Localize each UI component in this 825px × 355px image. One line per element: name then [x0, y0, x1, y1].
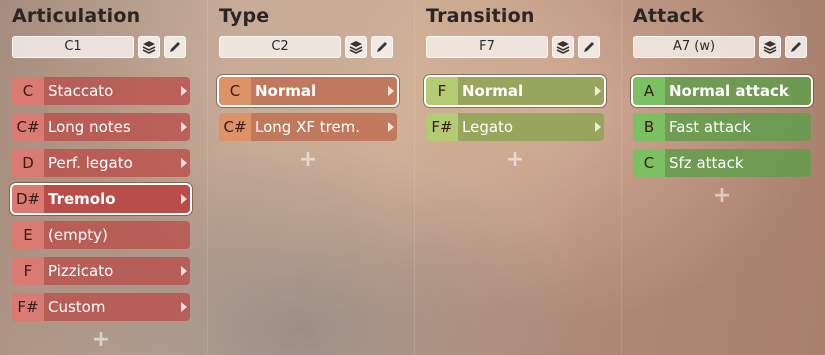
- column-header-controls: C2: [219, 36, 401, 58]
- chevron-right-icon[interactable]: [595, 122, 601, 132]
- chevron-right-icon[interactable]: [595, 86, 601, 96]
- keyswitch-note: D: [12, 149, 44, 177]
- list-item[interactable]: D Perf. legato: [12, 149, 190, 177]
- item-label: Sfz attack: [669, 154, 744, 172]
- list-item[interactable]: E (empty): [12, 221, 190, 249]
- add-item-button[interactable]: +: [633, 185, 811, 207]
- add-item-button[interactable]: +: [219, 149, 397, 171]
- list-item[interactable]: F# Custom: [12, 293, 190, 321]
- layers-icon: [763, 41, 777, 54]
- pencil-icon: [584, 42, 594, 52]
- list-item[interactable]: C Staccato: [12, 77, 190, 105]
- attack-list: A Normal attack B Fast attack C Sfz attack …: [631, 75, 813, 207]
- column-header-controls: F7: [426, 36, 608, 58]
- keyswitch-note: D#: [12, 185, 44, 213]
- keyswitch-field[interactable]: F7: [426, 36, 548, 58]
- chevron-right-icon[interactable]: [388, 122, 394, 132]
- chevron-right-icon[interactable]: [181, 302, 187, 312]
- item-label: Legato: [462, 118, 514, 136]
- column-title: Articulation: [12, 5, 141, 27]
- list-item[interactable]: C# Long notes: [12, 113, 190, 141]
- item-label: Tremolo: [48, 190, 116, 208]
- keyswitch-note: C: [633, 149, 665, 177]
- item-label: Normal: [462, 82, 524, 100]
- list-item[interactable]: C Sfz attack: [633, 149, 811, 177]
- item-label: Normal attack: [669, 82, 789, 100]
- list-item-selected[interactable]: A Normal attack: [631, 75, 813, 107]
- keyswitch-note: F#: [12, 293, 44, 321]
- type-list: C Normal C# Long XF trem. +: [217, 75, 399, 171]
- chevron-right-icon[interactable]: [181, 158, 187, 168]
- list-item[interactable]: B Fast attack: [633, 113, 811, 141]
- layers-icon: [142, 41, 156, 54]
- item-label: Custom: [48, 298, 106, 316]
- keyswitch-field[interactable]: C2: [219, 36, 341, 58]
- keyswitch-field[interactable]: C1: [12, 36, 134, 58]
- keyswitch-note: C: [12, 77, 44, 105]
- column-title: Attack: [633, 5, 704, 27]
- keyswitch-field[interactable]: A7 (w): [633, 36, 755, 58]
- column-header-controls: A7 (w): [633, 36, 815, 58]
- column-attack: Attack A7 (w) A Normal attack B Fast attac…: [621, 0, 825, 355]
- column-title: Type: [219, 5, 270, 27]
- chevron-right-icon[interactable]: [388, 86, 394, 96]
- add-item-button[interactable]: +: [426, 149, 604, 171]
- edit-button[interactable]: [164, 36, 186, 58]
- keyswitch-note: F: [426, 77, 458, 105]
- edit-button[interactable]: [371, 36, 393, 58]
- keyswitch-note: A: [633, 77, 665, 105]
- column-header-controls: C1: [12, 36, 194, 58]
- list-item-selected[interactable]: D# Tremolo: [10, 183, 192, 215]
- item-label: Normal: [255, 82, 317, 100]
- layers-button[interactable]: [759, 36, 781, 58]
- list-item[interactable]: F# Legato: [426, 113, 604, 141]
- column-articulation: Articulation C1 C Staccato C# Long notes D…: [0, 0, 208, 355]
- item-label: Long XF trem.: [255, 118, 361, 136]
- keyswitch-note: B: [633, 113, 665, 141]
- edit-button[interactable]: [578, 36, 600, 58]
- list-item-selected[interactable]: F Normal: [424, 75, 606, 107]
- layers-button[interactable]: [552, 36, 574, 58]
- item-label: (empty): [48, 226, 108, 244]
- item-label: Staccato: [48, 82, 114, 100]
- keyswitch-note: F: [12, 257, 44, 285]
- chevron-right-icon[interactable]: [181, 194, 187, 204]
- chevron-right-icon[interactable]: [181, 122, 187, 132]
- add-item-button[interactable]: +: [12, 329, 190, 351]
- keyswitch-note: F#: [426, 113, 458, 141]
- layers-button[interactable]: [345, 36, 367, 58]
- list-item[interactable]: F Pizzicato: [12, 257, 190, 285]
- chevron-right-icon[interactable]: [181, 266, 187, 276]
- column-title: Transition: [426, 5, 535, 27]
- layers-icon: [556, 41, 570, 54]
- keyswitch-note: E: [12, 221, 44, 249]
- keyswitch-note: C#: [12, 113, 44, 141]
- list-item[interactable]: C# Long XF trem.: [219, 113, 397, 141]
- keyswitch-note: C#: [219, 113, 251, 141]
- column-type: Type C2 C Normal C# Long XF trem. +: [207, 0, 415, 355]
- item-label: Fast attack: [669, 118, 751, 136]
- item-label: Long notes: [48, 118, 131, 136]
- item-label: Pizzicato: [48, 262, 114, 280]
- articulation-map-panel: Articulation C1 C Staccato C# Long notes D…: [0, 0, 825, 355]
- layers-icon: [349, 41, 363, 54]
- articulation-list: C Staccato C# Long notes D Perf. legato D# T…: [10, 77, 192, 351]
- chevron-right-icon[interactable]: [181, 86, 187, 96]
- pencil-icon: [791, 42, 801, 52]
- layers-button[interactable]: [138, 36, 160, 58]
- pencil-icon: [377, 42, 387, 52]
- pencil-icon: [170, 42, 180, 52]
- edit-button[interactable]: [785, 36, 807, 58]
- column-transition: Transition F7 F Normal F# Legato +: [414, 0, 622, 355]
- list-item-selected[interactable]: C Normal: [217, 75, 399, 107]
- transition-list: F Normal F# Legato +: [424, 75, 606, 171]
- keyswitch-note: C: [219, 77, 251, 105]
- item-label: Perf. legato: [48, 154, 133, 172]
